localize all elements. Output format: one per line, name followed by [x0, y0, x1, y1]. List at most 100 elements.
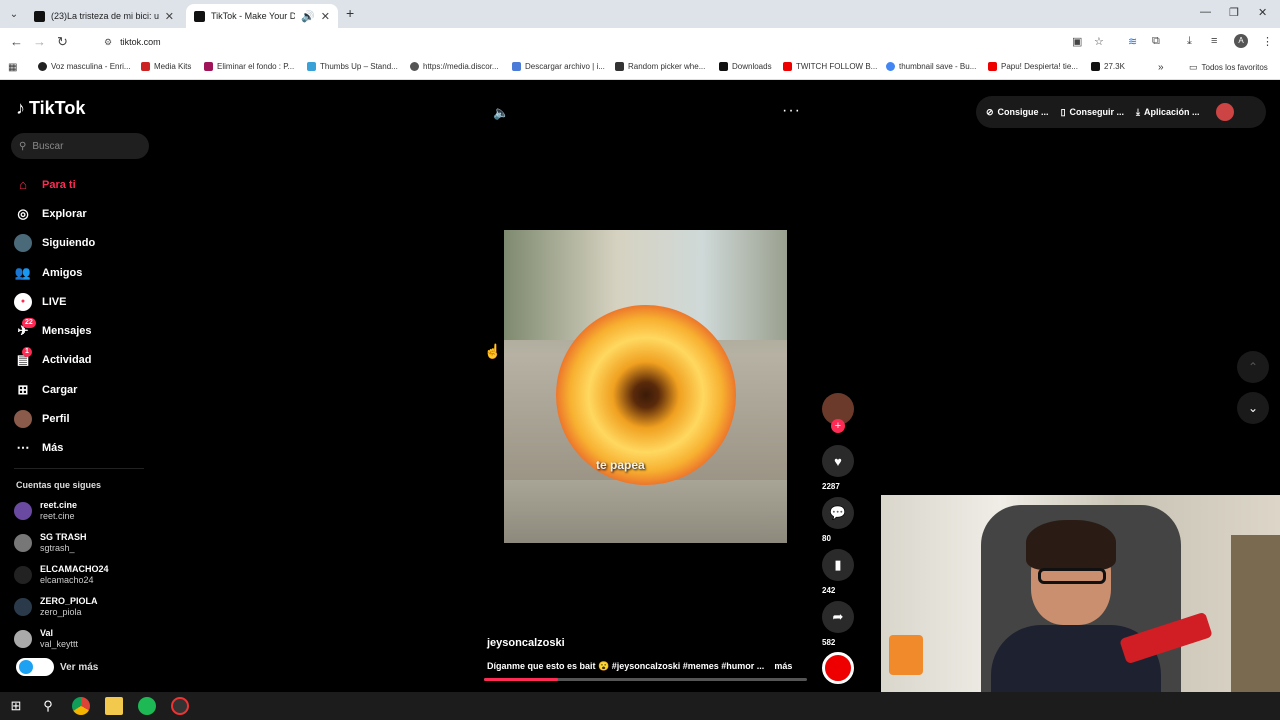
bookmark-item[interactable]: TWITCH FOLLOW B...: [783, 62, 877, 71]
spotify-icon[interactable]: [138, 697, 156, 715]
media-control-icon[interactable]: ≡: [1211, 35, 1217, 47]
apps-grid-icon[interactable]: ▦: [8, 62, 17, 73]
sidebar-item-live[interactable]: ● LIVE: [14, 287, 95, 316]
share-icon[interactable]: ➦: [822, 601, 854, 633]
more-options-icon[interactable]: ···: [782, 102, 801, 120]
sidebar-item-amigos[interactable]: 👥 Amigos: [14, 258, 95, 287]
sidebar-item-mensajes[interactable]: ✈ 22 Mensajes: [14, 316, 95, 345]
volume-icon[interactable]: 🔈: [493, 105, 509, 121]
install-app-icon[interactable]: ▣: [1072, 35, 1082, 48]
browser-tab-active[interactable]: TikTok - Make Your Day 🔊 ✕: [186, 4, 338, 28]
tiktok-logo[interactable]: ♪ TikTok: [16, 98, 85, 119]
comment-action[interactable]: 💬 80: [822, 497, 854, 543]
sidebar-item-actividad[interactable]: ▤ 1 Actividad: [14, 346, 95, 375]
bookmark-item[interactable]: Downloads: [719, 62, 772, 71]
sidebar-item-mas[interactable]: ⋯ Más: [14, 434, 95, 463]
share-action[interactable]: ➦ 582: [822, 601, 854, 647]
get-app-button[interactable]: ▯ Conseguir ...: [1061, 107, 1124, 118]
sidebar-item-perfil[interactable]: Perfil: [14, 404, 95, 433]
followed-account[interactable]: ELCAMACHO24 elcamacho24: [14, 564, 109, 586]
followed-account[interactable]: SG TRASH sgtrash_: [14, 532, 87, 554]
bookmark-item[interactable]: thumbnail save - Bu...: [886, 62, 976, 71]
close-tab-icon[interactable]: ✕: [165, 10, 174, 23]
download-icon[interactable]: ⤓: [1187, 35, 1192, 48]
follow-plus-icon[interactable]: +: [831, 419, 845, 433]
bookmark-item[interactable]: Voz masculina - Enri...: [38, 62, 131, 71]
see-more-link[interactable]: Ver más: [16, 658, 98, 676]
profile-avatar[interactable]: A: [1234, 34, 1248, 48]
toggle-switch[interactable]: [16, 658, 54, 676]
back-icon[interactable]: ←: [10, 34, 23, 49]
chrome-icon[interactable]: [72, 697, 90, 715]
close-tab-icon[interactable]: ✕: [321, 10, 330, 23]
previous-video-button[interactable]: ⌃: [1237, 351, 1269, 383]
forward-icon[interactable]: →: [33, 34, 46, 49]
bookmark-item[interactable]: Eliminar el fondo : P...: [204, 62, 294, 71]
restore-button[interactable]: ❐: [1229, 6, 1239, 19]
avatar: [14, 534, 32, 552]
comment-count: 80: [822, 534, 831, 543]
bookmark-item[interactable]: Random picker whe...: [615, 62, 705, 71]
minimize-button[interactable]: —: [1200, 6, 1211, 18]
video-player[interactable]: te papea: [504, 230, 787, 543]
new-tab-button[interactable]: +: [346, 5, 354, 21]
search-input[interactable]: ⚲ Buscar: [11, 133, 149, 159]
desktop-app-button[interactable]: ⤓ Aplicación ...: [1136, 107, 1200, 118]
site-info-icon[interactable]: ⚙: [104, 37, 112, 48]
share-count: 582: [822, 638, 836, 647]
bookmark-item[interactable]: https://media.discor...: [410, 62, 499, 71]
file-explorer-icon[interactable]: [105, 697, 123, 715]
bookmark-icon[interactable]: ▮: [822, 549, 854, 581]
search-icon[interactable]: ⚲: [39, 697, 57, 715]
next-video-button[interactable]: ⌄: [1237, 392, 1269, 424]
bookmark-item[interactable]: 27.3K: [1091, 62, 1125, 71]
sidebar-item-siguiendo[interactable]: Siguiendo: [14, 229, 95, 258]
nav-label: Para ti: [42, 178, 76, 191]
get-coins-button[interactable]: ⊘ Consigue ...: [986, 107, 1049, 118]
bookmark-item[interactable]: Thumbs Up – Stand...: [307, 62, 398, 71]
followed-account[interactable]: Val val_keyttt: [14, 628, 78, 650]
like-action[interactable]: ♥ 2287: [822, 445, 854, 491]
comment-icon[interactable]: 💬: [822, 497, 854, 529]
reload-icon[interactable]: ↻: [57, 34, 68, 50]
user-avatar[interactable]: [1215, 103, 1234, 121]
sidebar-item-explorar[interactable]: ◎ Explorar: [14, 199, 95, 228]
bookmarks-overflow-icon[interactable]: »: [1158, 62, 1164, 73]
extension-wave-icon[interactable]: ≋: [1128, 35, 1137, 48]
bookmark-star-icon[interactable]: ☆: [1094, 35, 1104, 48]
avatar: [14, 502, 32, 520]
save-count: 242: [822, 586, 836, 595]
save-action[interactable]: ▮ 242: [822, 549, 854, 595]
button-label: Conseguir ...: [1069, 107, 1125, 117]
sidebar-item-cargar[interactable]: ⊞ Cargar: [14, 375, 95, 404]
followed-account[interactable]: reet.cine reet.cine: [14, 500, 77, 522]
more-button[interactable]: más: [774, 661, 792, 671]
address-bar[interactable]: ⚙ tiktok.com: [88, 31, 1118, 53]
sidebar-item-para-ti[interactable]: ⌂ Para ti: [14, 170, 95, 199]
music-disc-icon[interactable]: [822, 652, 854, 684]
description-text: Díganme que esto es bait 😮 #jeysoncalzos…: [487, 661, 765, 671]
video-progress-bar[interactable]: [484, 678, 807, 681]
windows-start-icon[interactable]: ⊞: [7, 697, 25, 715]
video-author[interactable]: jeysoncalzoski: [487, 637, 565, 649]
bookmark-label: 27.3K: [1104, 62, 1125, 71]
close-window-button[interactable]: ✕: [1258, 6, 1267, 19]
sidebar-divider: [14, 468, 144, 469]
friends-icon: 👥: [14, 264, 32, 280]
tab-title: TikTok - Make Your Day: [211, 11, 296, 21]
bookmark-item[interactable]: Media Kits: [141, 62, 191, 71]
extensions-icon[interactable]: ⧉: [1152, 35, 1160, 48]
bookmark-item[interactable]: Descargar archivo | i...: [512, 62, 605, 71]
followed-account[interactable]: ZERO_PIOLA zero_piola: [14, 596, 98, 618]
tiktok-favicon-icon: [34, 10, 45, 22]
browser-menu-icon[interactable]: ⋮: [1262, 35, 1273, 48]
nav-label: Siguiendo: [42, 237, 96, 250]
account-name: Val: [40, 628, 54, 638]
browser-tab[interactable]: (23)La tristeza de mi bici: un m... ✕: [26, 4, 182, 28]
bookmark-item[interactable]: Papu! Despierta! tie...: [988, 62, 1078, 71]
tab-search-icon[interactable]: ⌄: [6, 6, 22, 22]
heart-icon[interactable]: ♥: [822, 445, 854, 477]
all-bookmarks-folder[interactable]: ▭ Todos los favoritos: [1189, 62, 1268, 73]
obs-icon[interactable]: [171, 697, 189, 715]
following-icon: [14, 234, 32, 253]
